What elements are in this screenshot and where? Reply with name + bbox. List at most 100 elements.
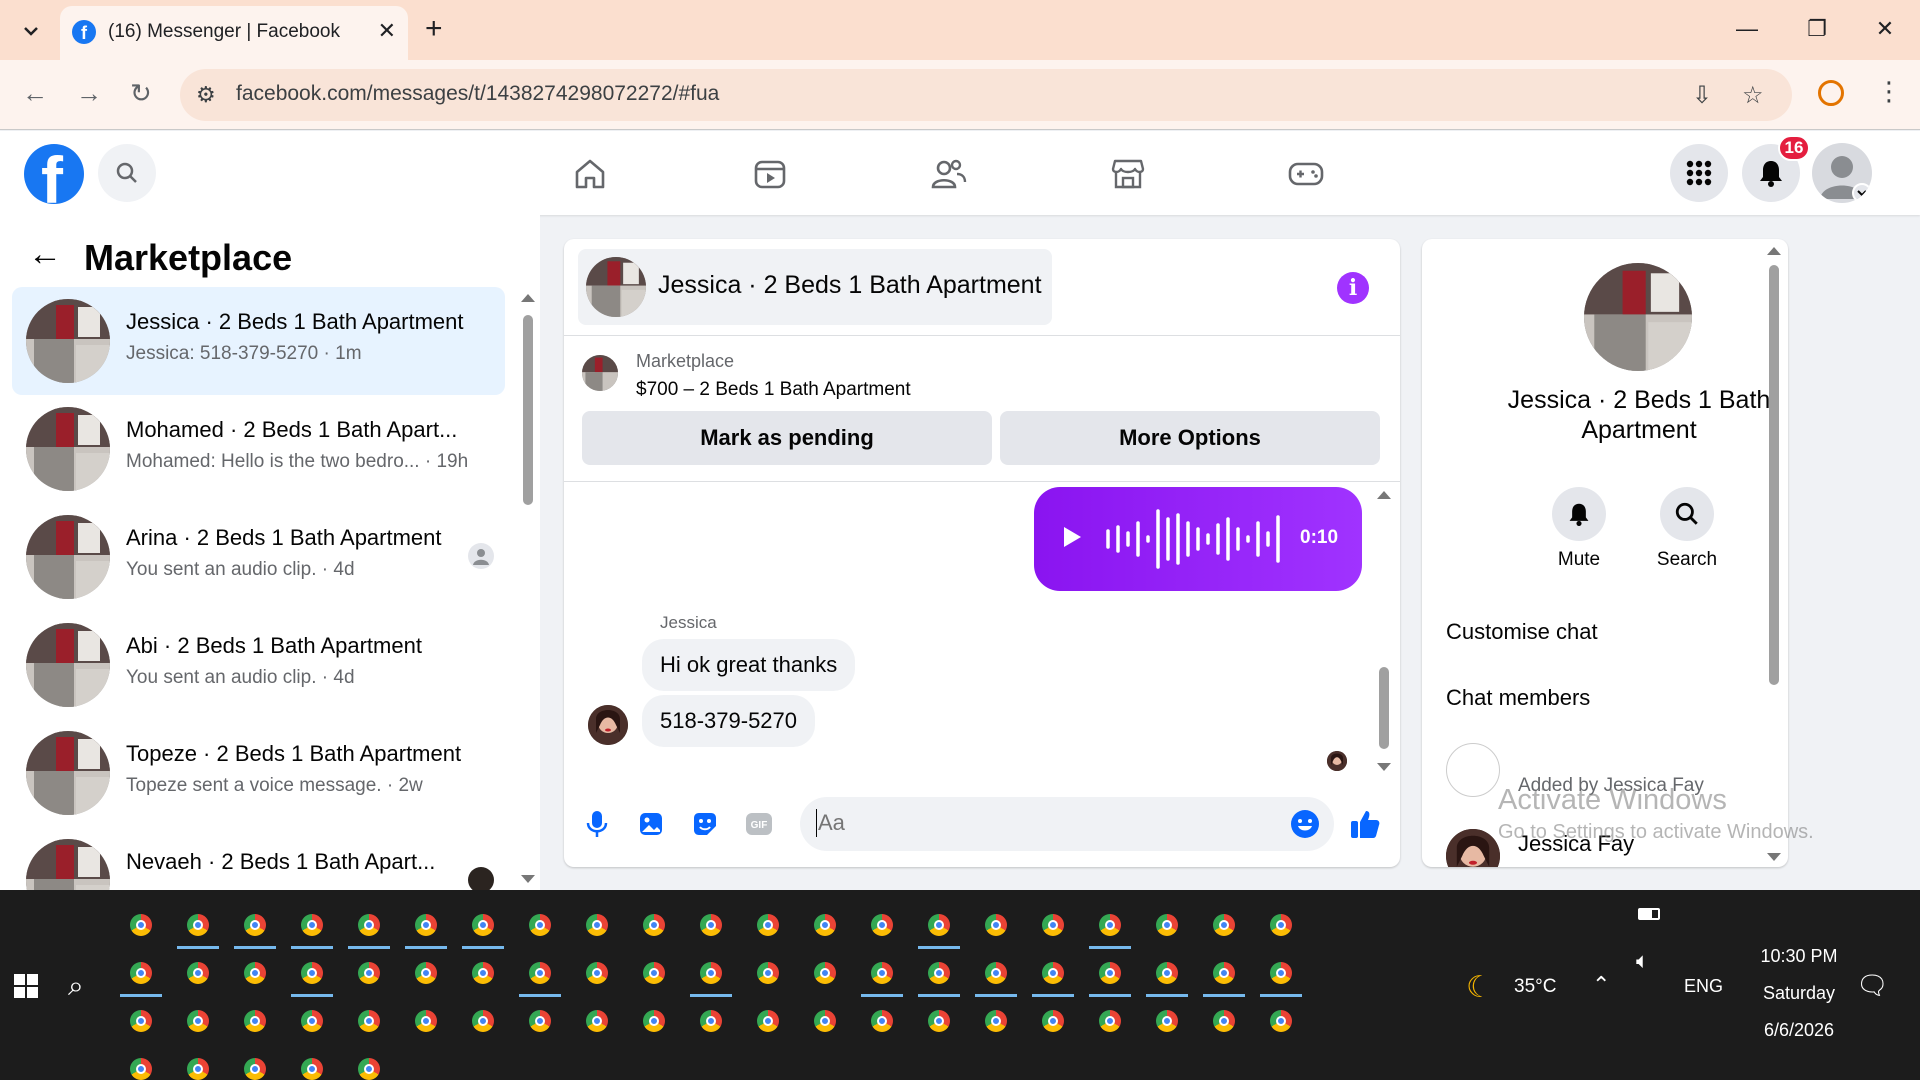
browser-app-icon[interactable] <box>643 962 665 984</box>
browser-app-icon[interactable] <box>757 1010 779 1032</box>
customise-chat-section[interactable]: Customise chat <box>1446 619 1598 645</box>
browser-app-icon[interactable] <box>358 914 380 936</box>
taskbar-search-icon[interactable]: ⌕ <box>68 970 84 1003</box>
scroll-down-icon[interactable] <box>521 875 535 883</box>
browser-app-icon[interactable] <box>985 914 1007 936</box>
nav-friends[interactable] <box>918 151 978 197</box>
facebook-logo-icon[interactable]: f <box>24 144 84 204</box>
facebook-search-button[interactable] <box>98 144 156 202</box>
conversation-item[interactable]: Nevaeh · 2 Beds 1 Bath Apart... <box>12 827 505 890</box>
forward-arrow-icon[interactable]: → <box>76 78 102 109</box>
conversation-item[interactable]: Jessica · 2 Beds 1 Bath Apartment Jessic… <box>12 287 505 395</box>
mark-as-pending-button[interactable]: Mark as pending <box>582 411 992 465</box>
browser-app-icon[interactable] <box>1156 1010 1178 1032</box>
browser-app-icon[interactable] <box>187 962 209 984</box>
chevron-up-icon[interactable]: ⌃ <box>1592 972 1610 998</box>
browser-app-icon[interactable] <box>1213 1010 1235 1032</box>
browser-app-icon[interactable] <box>928 914 950 936</box>
browser-app-icon[interactable] <box>1099 914 1121 936</box>
browser-app-icon[interactable] <box>301 914 323 936</box>
windows-start-icon[interactable] <box>14 974 38 998</box>
incoming-message[interactable]: Hi ok great thanks <box>642 639 856 691</box>
browser-app-icon[interactable] <box>700 1010 722 1032</box>
input-language[interactable]: ENG <box>1684 976 1723 997</box>
browser-app-icon[interactable] <box>757 914 779 936</box>
browser-app-icon[interactable] <box>244 962 266 984</box>
conversation-item[interactable]: Arina · 2 Beds 1 Bath Apartment You sent… <box>12 503 505 611</box>
sticker-button[interactable] <box>688 807 722 841</box>
search-conversation-button[interactable] <box>1660 487 1714 541</box>
browser-app-icon[interactable] <box>187 1058 209 1080</box>
browser-app-icon[interactable] <box>1213 962 1235 984</box>
browser-app-icon[interactable] <box>871 914 893 936</box>
browser-app-icon[interactable] <box>244 1010 266 1032</box>
scroll-up-icon[interactable] <box>521 294 535 302</box>
browser-app-icon[interactable] <box>757 962 779 984</box>
close-window-button[interactable]: ✕ <box>1860 10 1910 48</box>
browser-app-icon[interactable] <box>1270 1010 1292 1032</box>
nav-marketplace[interactable] <box>1098 151 1158 197</box>
url-text[interactable]: facebook.com/messages/t/1438274298072272… <box>236 82 719 106</box>
browser-app-icon[interactable] <box>586 1010 608 1032</box>
browser-app-icon[interactable] <box>529 914 551 936</box>
new-tab-button[interactable]: + <box>425 12 443 46</box>
browser-app-icon[interactable] <box>814 914 836 936</box>
browser-app-icon[interactable] <box>1042 1010 1064 1032</box>
browser-app-icon[interactable] <box>472 962 494 984</box>
notification-center-icon[interactable]: 🗨︎ <box>1856 970 1889 1001</box>
scroll-down-icon[interactable] <box>1767 853 1781 861</box>
address-bar[interactable]: ⚙ facebook.com/messages/t/14382742980722… <box>180 69 1792 121</box>
browser-app-icon[interactable] <box>643 1010 665 1032</box>
scroll-up-icon[interactable] <box>1377 491 1391 499</box>
browser-app-icon[interactable] <box>1042 914 1064 936</box>
menu-grid-button[interactable] <box>1670 144 1728 202</box>
play-icon[interactable] <box>1064 527 1081 547</box>
browser-app-icon[interactable] <box>130 1058 152 1080</box>
browser-app-icon[interactable] <box>700 914 722 936</box>
browser-app-icon[interactable] <box>814 962 836 984</box>
reload-icon[interactable]: ↻ <box>130 78 152 109</box>
account-avatar[interactable] <box>1812 143 1872 203</box>
browser-app-icon[interactable] <box>1156 914 1178 936</box>
scroll-up-icon[interactable] <box>1767 247 1781 255</box>
browser-app-icon[interactable] <box>301 962 323 984</box>
browser-app-icon[interactable] <box>1270 962 1292 984</box>
browser-app-icon[interactable] <box>472 1010 494 1032</box>
mute-button[interactable] <box>1552 487 1606 541</box>
browser-app-icon[interactable] <box>130 914 152 936</box>
info-icon[interactable]: i <box>1337 272 1369 304</box>
browser-app-icon[interactable] <box>1213 914 1235 936</box>
incoming-message[interactable]: 518-379-5270 <box>642 695 816 747</box>
bookmark-star-icon[interactable]: ☆ <box>1742 81 1764 110</box>
browser-menu-icon[interactable]: ⋮ <box>1876 76 1902 107</box>
browser-app-icon[interactable] <box>358 1058 380 1080</box>
emoji-icon[interactable] <box>1290 809 1320 839</box>
browser-app-icon[interactable] <box>814 1010 836 1032</box>
member-name[interactable]: Jessica Fay <box>1518 831 1634 857</box>
attach-photo-button[interactable] <box>634 807 668 841</box>
info-scrollbar[interactable] <box>1769 265 1779 685</box>
browser-app-icon[interactable] <box>358 1010 380 1032</box>
messages-scrollbar[interactable] <box>1379 667 1389 749</box>
like-button[interactable] <box>1348 807 1382 841</box>
audio-message-bubble[interactable]: 0:10 <box>1034 487 1362 591</box>
browser-app-icon[interactable] <box>586 914 608 936</box>
browser-app-icon[interactable] <box>529 962 551 984</box>
browser-app-icon[interactable] <box>301 1058 323 1080</box>
browser-app-icon[interactable] <box>1156 962 1178 984</box>
taskbar-clock[interactable]: 10:30 PM Saturday 6/6/2026 <box>1744 938 1854 1049</box>
tab-search-menu-button[interactable] <box>14 16 48 46</box>
browser-app-icon[interactable] <box>187 914 209 936</box>
browser-app-icon[interactable] <box>985 962 1007 984</box>
back-arrow-icon[interactable]: ← <box>28 235 62 274</box>
back-arrow-icon[interactable]: ← <box>22 78 48 109</box>
browser-app-icon[interactable] <box>415 1010 437 1032</box>
browser-app-icon[interactable] <box>871 962 893 984</box>
battery-icon[interactable] <box>1638 908 1660 920</box>
browser-app-icon[interactable] <box>358 962 380 984</box>
browser-app-icon[interactable] <box>928 962 950 984</box>
browser-app-icon[interactable] <box>415 914 437 936</box>
conversation-item[interactable]: Topeze · 2 Beds 1 Bath Apartment Topeze … <box>12 719 505 827</box>
browser-app-icon[interactable] <box>187 1010 209 1032</box>
restore-button[interactable]: ❐ <box>1792 10 1842 48</box>
